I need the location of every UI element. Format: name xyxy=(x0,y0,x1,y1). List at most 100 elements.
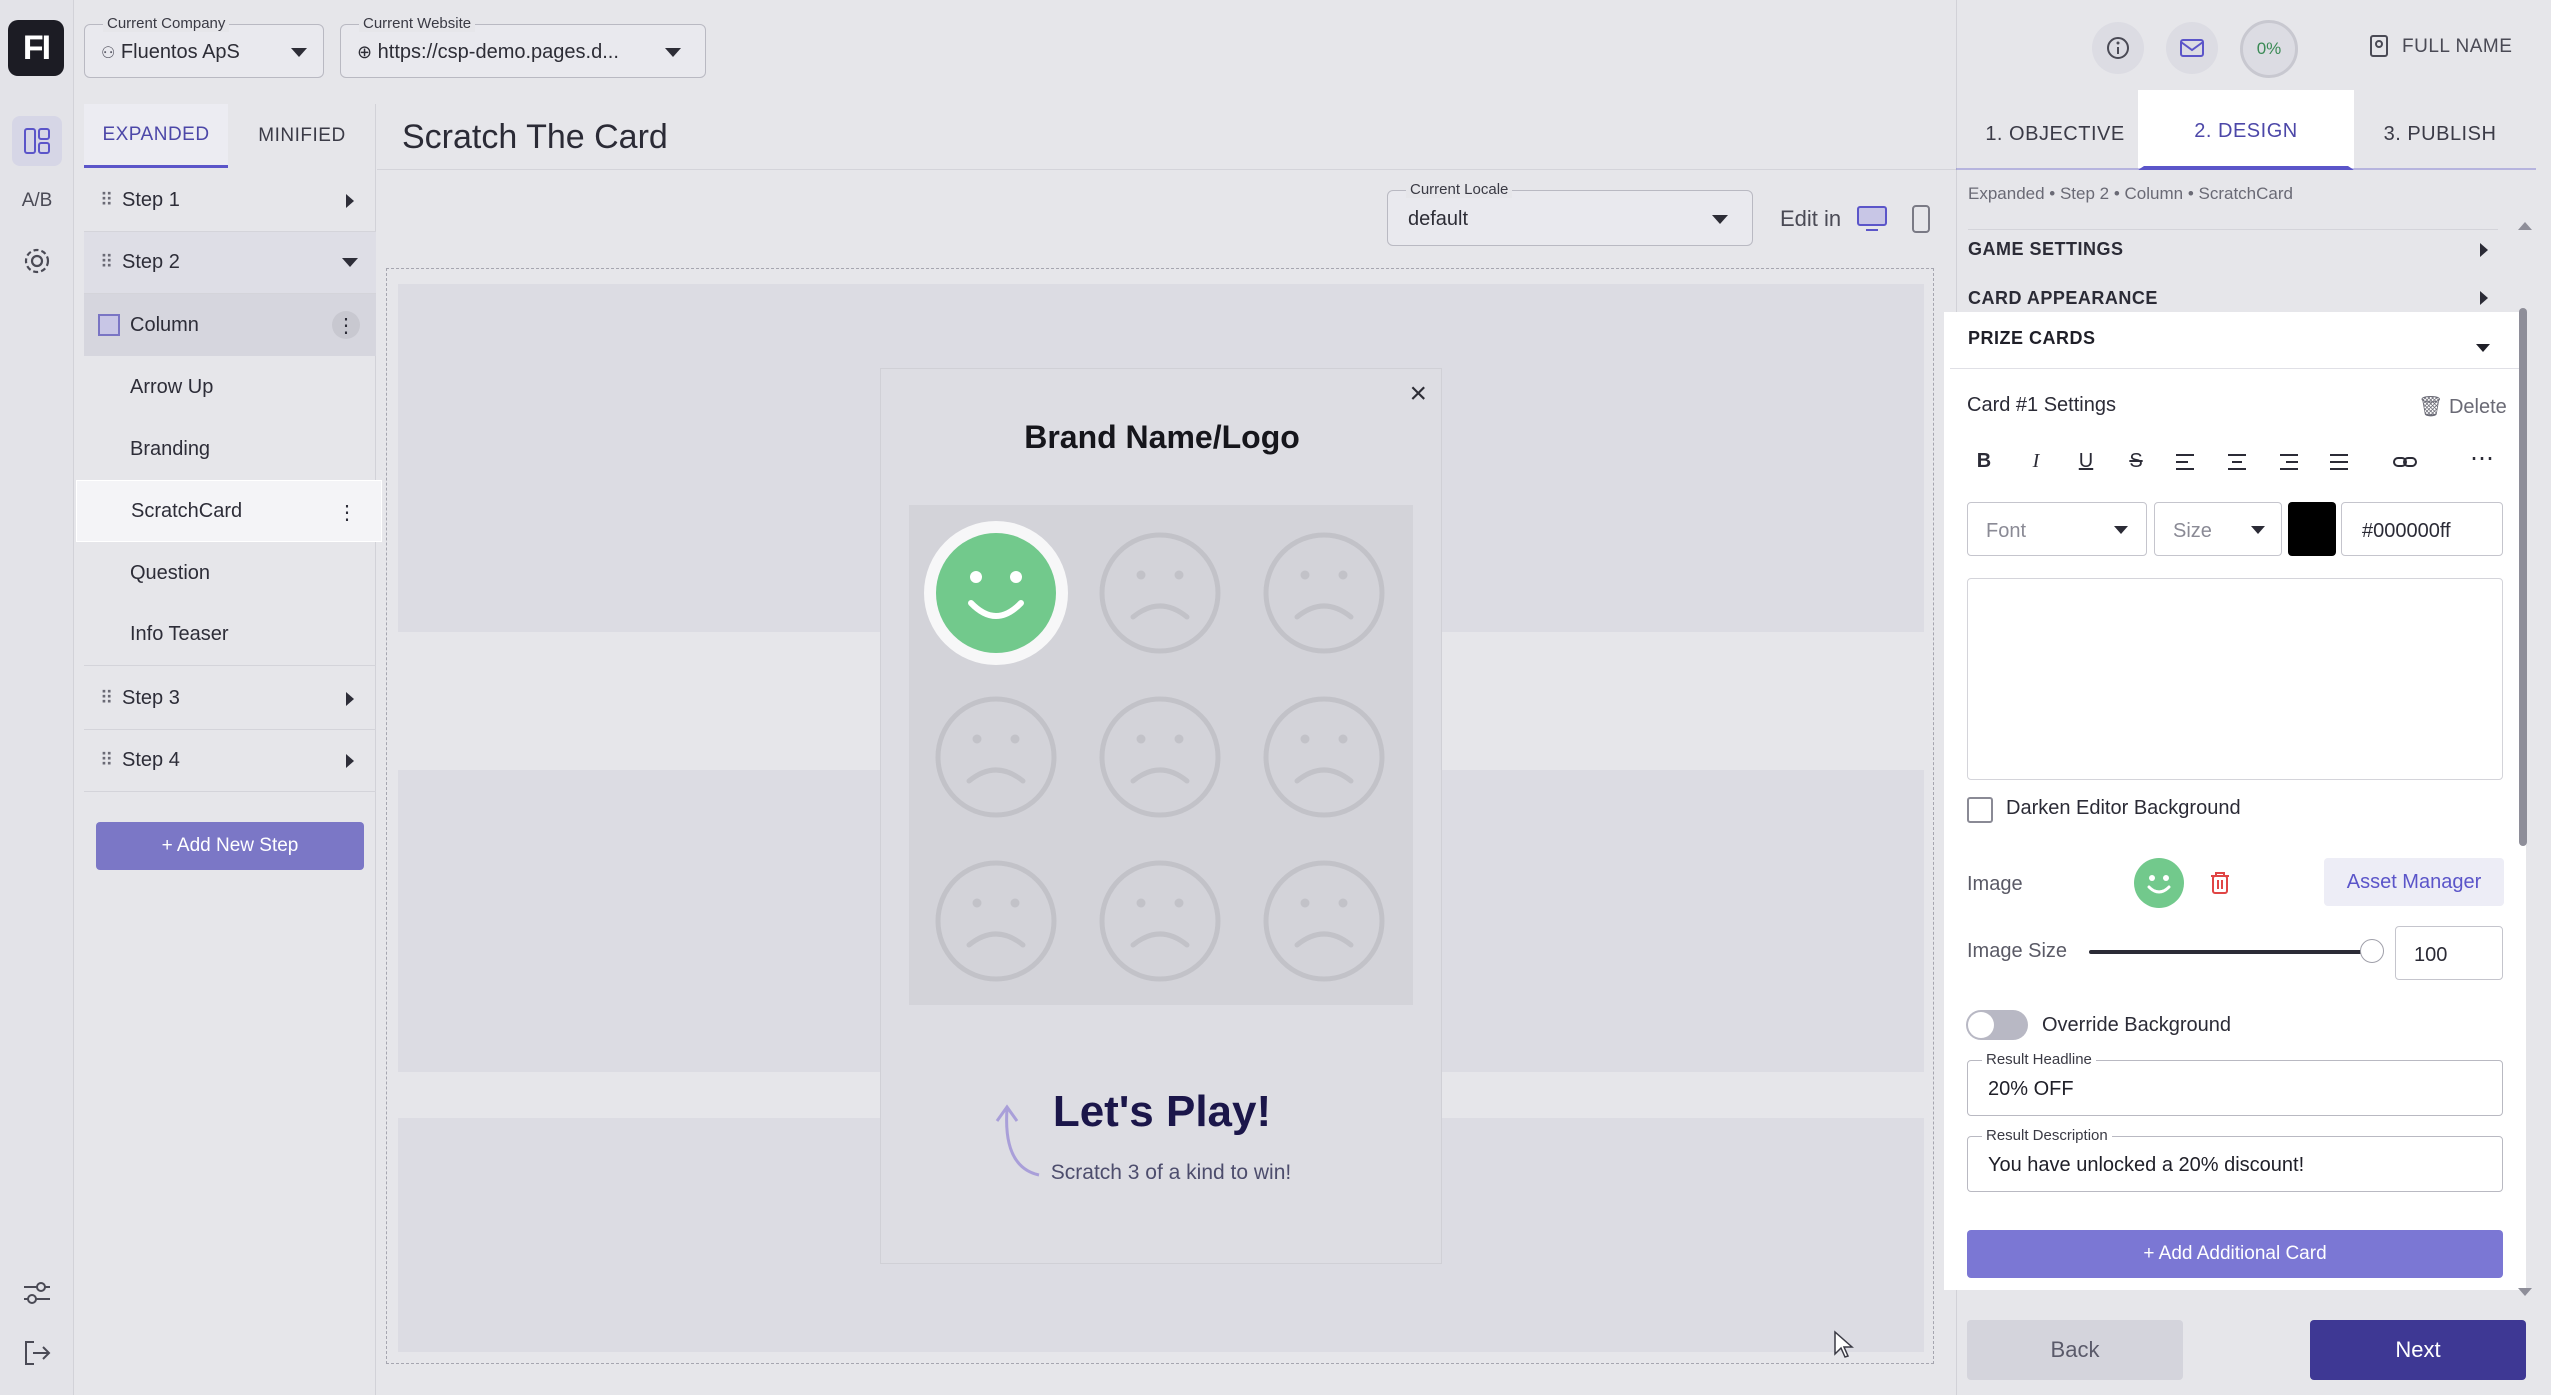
company-icon: ⚇ xyxy=(101,45,116,62)
scroll-up-icon[interactable] xyxy=(2518,222,2532,230)
element-label: ScratchCard xyxy=(131,499,243,522)
settings-gear-icon[interactable] xyxy=(12,236,62,286)
element-arrow-up[interactable]: Arrow Up xyxy=(84,356,376,418)
panel-scrollbar[interactable] xyxy=(2517,224,2527,1290)
align-center-icon[interactable] xyxy=(2226,452,2248,472)
step-row-2[interactable]: ⠿ Step 2 xyxy=(84,232,376,294)
element-question[interactable]: Question xyxy=(84,542,376,604)
chevron-down-icon xyxy=(291,48,307,57)
chevron-down-icon[interactable] xyxy=(2476,344,2490,352)
size-select[interactable]: Size xyxy=(2154,502,2282,556)
align-left-icon[interactable] xyxy=(2174,452,2196,472)
back-button[interactable]: Back xyxy=(1967,1320,2183,1380)
step-row-4[interactable]: ⠿ Step 4 xyxy=(84,730,376,792)
tab-objective[interactable]: 1. OBJECTIVE xyxy=(1962,100,2148,168)
element-info-teaser[interactable]: Info Teaser xyxy=(84,604,376,666)
desktop-icon[interactable] xyxy=(1856,204,1888,239)
align-right-icon[interactable] xyxy=(2278,452,2300,472)
more-horizontal-icon[interactable]: ⋯ xyxy=(2464,444,2500,473)
darken-background-checkbox[interactable] xyxy=(1967,797,1993,823)
italic-button[interactable]: I xyxy=(2018,450,2054,473)
website-select[interactable]: Current Website ⊕ https://csp-demo.pages… xyxy=(340,15,706,78)
tab-expanded[interactable]: EXPANDED xyxy=(84,104,228,168)
chevron-down-icon xyxy=(1712,215,1728,224)
step-row-1[interactable]: ⠿ Step 1 xyxy=(84,170,376,232)
mobile-icon[interactable] xyxy=(1910,204,1932,239)
element-scratchcard[interactable]: ScratchCard ⋮ xyxy=(76,480,382,542)
image-thumbnail[interactable] xyxy=(2134,858,2184,908)
section-game-settings[interactable]: GAME SETTINGS xyxy=(1968,229,2498,269)
step-label: Step 3 xyxy=(122,687,180,709)
more-options-icon[interactable]: ⋮ xyxy=(333,498,361,526)
strikethrough-button[interactable]: S xyxy=(2118,450,2154,473)
mail-icon[interactable] xyxy=(2166,22,2218,74)
step-row-3[interactable]: ⠿ Step 3 xyxy=(84,668,376,730)
delete-button[interactable]: 🗑 Delete xyxy=(2418,394,2507,419)
bold-button[interactable]: B xyxy=(1966,450,2002,473)
drag-handle-icon[interactable]: ⠿ xyxy=(100,750,116,771)
scratch-grid[interactable] xyxy=(909,505,1413,1005)
more-options-icon[interactable]: ⋮ xyxy=(332,311,360,339)
ab-test-button[interactable]: A/B xyxy=(12,176,62,226)
scrollbar-thumb[interactable] xyxy=(2519,308,2527,846)
element-branding[interactable]: Branding xyxy=(84,418,376,480)
drag-handle-icon[interactable]: ⠿ xyxy=(100,688,116,709)
layout-icon[interactable] xyxy=(12,116,62,166)
slider-handle[interactable] xyxy=(2360,939,2384,963)
element-label: Info Teaser xyxy=(130,623,229,645)
sad-face-icon xyxy=(935,696,1057,818)
sad-face-icon xyxy=(1263,860,1385,982)
image-size-slider[interactable] xyxy=(2089,950,2375,954)
color-hex-input[interactable]: #000000ff xyxy=(2341,502,2503,556)
result-headline-value: 20% OFF xyxy=(1988,1078,2074,1100)
align-justify-icon[interactable] xyxy=(2328,452,2350,472)
company-select[interactable]: Current Company ⚇ Fluentos ApS xyxy=(84,15,324,78)
trash-icon[interactable] xyxy=(2208,870,2232,896)
override-background-toggle[interactable] xyxy=(1966,1010,2028,1040)
locale-select[interactable]: Current Locale default xyxy=(1387,181,1753,246)
add-additional-card-button[interactable]: + Add Additional Card xyxy=(1967,1230,2503,1278)
preview-subtext: Scratch 3 of a kind to win! xyxy=(1050,1161,1292,1184)
sad-face-icon xyxy=(935,860,1057,982)
step-label: Step 4 xyxy=(122,749,180,771)
edit-in-label: Edit in xyxy=(1780,206,1842,231)
tab-minified[interactable]: MINIFIED xyxy=(232,104,372,168)
color-swatch[interactable] xyxy=(2288,502,2336,556)
sliders-icon[interactable] xyxy=(12,1268,62,1318)
close-icon[interactable]: × xyxy=(1409,377,1427,411)
logout-icon[interactable] xyxy=(12,1328,62,1378)
sad-face-icon xyxy=(1263,696,1385,818)
chevron-down-icon xyxy=(342,258,358,267)
section-prize-cards[interactable]: PRIZE CARDS xyxy=(1968,328,2096,349)
user-name[interactable]: FULL NAME xyxy=(2402,36,2512,58)
tab-publish[interactable]: 3. PUBLISH xyxy=(2360,100,2520,168)
drag-handle-icon[interactable]: ⠿ xyxy=(100,190,116,211)
result-description-field[interactable]: Result Description You have unlocked a 2… xyxy=(1967,1127,2503,1192)
image-label: Image xyxy=(1967,873,2023,895)
image-size-input[interactable]: 100 xyxy=(2395,926,2503,980)
section-title: CARD APPEARANCE xyxy=(1968,287,2158,308)
element-label: Arrow Up xyxy=(130,375,214,398)
underline-button[interactable]: U xyxy=(2068,450,2104,473)
user-icon[interactable] xyxy=(2368,34,2392,63)
tab-design[interactable]: 2. DESIGN xyxy=(2138,90,2354,170)
info-icon[interactable] xyxy=(2092,22,2144,74)
result-headline-field[interactable]: Result Headline 20% OFF xyxy=(1967,1051,2503,1116)
drag-handle-icon[interactable]: ⠿ xyxy=(100,252,116,273)
brand-logo-text: Brand Name/Logo xyxy=(1024,419,1300,455)
column-row[interactable]: Column ⋮ xyxy=(84,294,376,356)
trash-icon: 🗑 xyxy=(2418,396,2444,418)
add-new-step-button[interactable]: + Add New Step xyxy=(96,822,364,870)
rich-text-editor[interactable] xyxy=(1967,578,2503,780)
next-button[interactable]: Next xyxy=(2310,1320,2526,1380)
font-select[interactable]: Font xyxy=(1967,502,2147,556)
locale-label: Current Locale xyxy=(1406,181,1513,198)
chevron-down-icon xyxy=(2114,526,2128,534)
link-icon[interactable] xyxy=(2392,452,2418,472)
scroll-down-icon[interactable] xyxy=(2518,1288,2532,1296)
asset-manager-button[interactable]: Asset Manager xyxy=(2324,858,2504,906)
column-icon xyxy=(98,314,120,336)
step-label: Step 2 xyxy=(122,251,180,273)
scratchcard-preview[interactable]: × Brand Name/Logo Let's Play! Scratch 3 … xyxy=(880,368,1442,1264)
color-hex-value: #000000ff xyxy=(2362,520,2451,542)
